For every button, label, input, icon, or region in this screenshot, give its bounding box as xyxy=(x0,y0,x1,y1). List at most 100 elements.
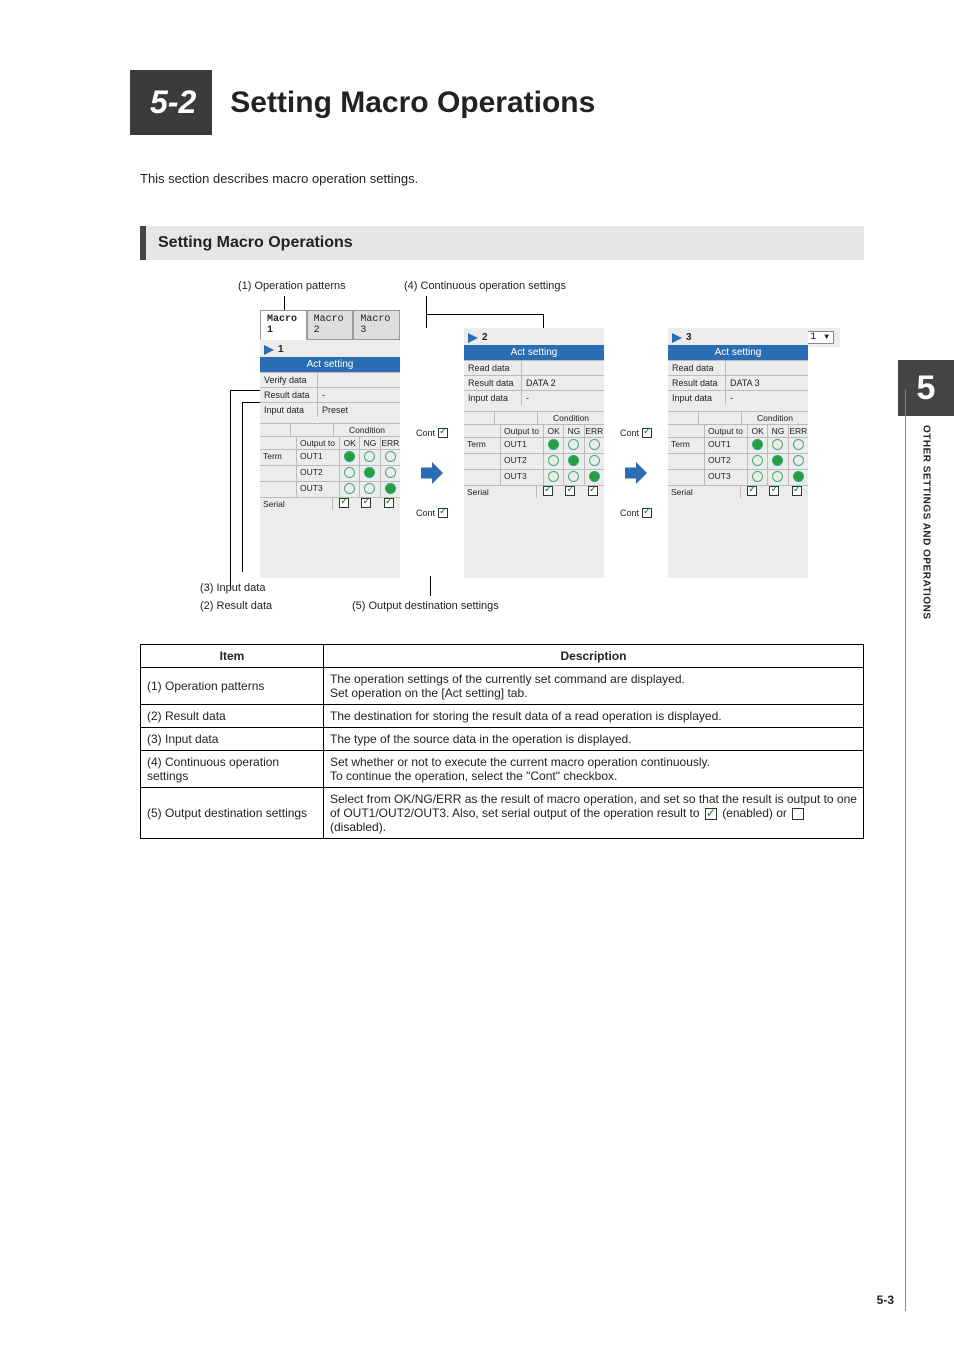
grid-col: ERR xyxy=(585,425,604,437)
panel-index: 2 xyxy=(482,332,488,343)
grid-serial: Serial xyxy=(464,486,537,498)
kv-val: - xyxy=(726,391,808,405)
macro-diagram: (1) Operation patterns (4) Continuous op… xyxy=(200,284,844,624)
status-dot xyxy=(793,455,804,466)
status-dot xyxy=(752,471,763,482)
desc-cell: The destination for storing the result d… xyxy=(324,705,864,728)
cont-checkbox[interactable] xyxy=(642,428,652,438)
intro-paragraph: This section describes macro operation s… xyxy=(140,171,864,186)
status-dot xyxy=(752,439,763,450)
desc-line: Set operation on the [Act setting] tab. xyxy=(330,686,527,700)
status-dot xyxy=(364,483,375,494)
desc-line: To continue the operation, select the "C… xyxy=(330,769,617,783)
checkbox-icon[interactable] xyxy=(339,498,349,508)
table-row: (4) Continuous operation settings Set wh… xyxy=(141,751,864,788)
checkbox-icon[interactable] xyxy=(747,486,757,496)
grid-row: OUT3 xyxy=(501,470,544,485)
play-icon xyxy=(672,333,682,343)
grid-row: OUT2 xyxy=(705,454,748,469)
status-dot xyxy=(364,451,375,462)
grid-row: OUT1 xyxy=(705,438,748,453)
grid-col: NG xyxy=(564,425,584,437)
kv-val xyxy=(726,361,808,375)
status-dot xyxy=(589,455,600,466)
act-setting-header: Act setting xyxy=(668,345,808,360)
section-title: Setting Macro Operations xyxy=(230,86,595,120)
chapter-tab-number: 5 xyxy=(898,360,954,416)
kv-key: Read data xyxy=(464,361,522,375)
tab-macro-1[interactable]: Macro 1 xyxy=(260,310,307,340)
kv-key: Input data xyxy=(668,391,726,405)
grid-col: NG xyxy=(768,425,788,437)
callout-line xyxy=(543,314,544,328)
callout-line xyxy=(426,314,543,315)
tab-macro-2[interactable]: Macro 2 xyxy=(307,310,354,340)
operation-panel-3: 3 Act setting Read data Result dataDATA … xyxy=(668,328,808,578)
table-row: (2) Result data The destination for stor… xyxy=(141,705,864,728)
checkbox-icon[interactable] xyxy=(361,498,371,508)
checkbox-icon[interactable] xyxy=(543,486,553,496)
grid-output-to: Output to xyxy=(705,425,748,437)
grid-row: OUT2 xyxy=(297,466,340,481)
checkbox-icon[interactable] xyxy=(792,486,802,496)
kv-key: Result data xyxy=(260,388,318,402)
kv-key: Input data xyxy=(260,403,318,417)
desc-cell: The type of the source data in the opera… xyxy=(324,728,864,751)
table-header-description: Description xyxy=(324,645,864,668)
arrow-right-icon xyxy=(625,462,647,484)
cont-checkbox[interactable] xyxy=(438,428,448,438)
status-dot xyxy=(772,471,783,482)
status-dot xyxy=(385,451,396,462)
kv-key: Result data xyxy=(668,376,726,390)
callout-line xyxy=(230,390,260,391)
callout-line xyxy=(230,390,231,590)
grid-col: ERR xyxy=(381,437,400,449)
desc-line: (disabled). xyxy=(330,820,386,834)
kv-val: - xyxy=(522,391,604,405)
cont-checkbox[interactable] xyxy=(642,508,652,518)
grid-output-to: Output to xyxy=(501,425,544,437)
grid-output-to: Output to xyxy=(297,437,340,449)
operation-panel-1: Macro 1 Macro 2 Macro 3 1 Act setting Ve… xyxy=(260,328,400,578)
kv-key: Read data xyxy=(668,361,726,375)
grid-condition: Condition xyxy=(742,412,808,424)
grid-row: OUT1 xyxy=(297,450,340,465)
status-dot xyxy=(568,439,579,450)
output-grid: Condition Output toOKNGERR TermOUT1 OUT2… xyxy=(260,423,400,510)
desc-cell: Select from OK/NG/ERR as the result of m… xyxy=(324,788,864,839)
status-dot xyxy=(385,483,396,494)
panel-connector: Cont Cont xyxy=(624,328,648,578)
desc-line: The operation settings of the currently … xyxy=(330,672,685,686)
grid-term: Term xyxy=(260,450,297,465)
table-row: (1) Operation patterns The operation set… xyxy=(141,668,864,705)
status-dot xyxy=(752,455,763,466)
checkbox-icon[interactable] xyxy=(588,486,598,496)
status-dot xyxy=(364,467,375,478)
grid-serial: Serial xyxy=(668,486,741,498)
status-dot xyxy=(772,455,783,466)
panel-connector: Cont Cont xyxy=(420,328,444,578)
grid-col: OK xyxy=(748,425,768,437)
table-row: (3) Input data The type of the source da… xyxy=(141,728,864,751)
description-table: Item Description (1) Operation patterns … xyxy=(140,644,864,839)
status-dot xyxy=(589,471,600,482)
act-setting-header: Act setting xyxy=(464,345,604,360)
callout-line xyxy=(430,576,431,596)
callout-3: (3) Input data xyxy=(200,582,265,594)
checkbox-disabled-icon xyxy=(792,808,804,820)
kv-val: - xyxy=(318,388,400,402)
chapter-tab-label: OTHER SETTINGS AND OPERATIONS xyxy=(898,425,954,685)
callout-line xyxy=(242,402,243,572)
status-dot xyxy=(548,455,559,466)
grid-col: NG xyxy=(360,437,380,449)
checkbox-icon[interactable] xyxy=(565,486,575,496)
status-dot xyxy=(548,439,559,450)
cont-checkbox[interactable] xyxy=(438,508,448,518)
tab-macro-3[interactable]: Macro 3 xyxy=(353,310,400,340)
kv-key: Input data xyxy=(464,391,522,405)
callout-line xyxy=(426,314,427,328)
checkbox-icon[interactable] xyxy=(384,498,394,508)
status-dot xyxy=(344,483,355,494)
output-grid: Condition Output toOKNGERR TermOUT1 OUT2… xyxy=(464,411,604,498)
checkbox-icon[interactable] xyxy=(769,486,779,496)
